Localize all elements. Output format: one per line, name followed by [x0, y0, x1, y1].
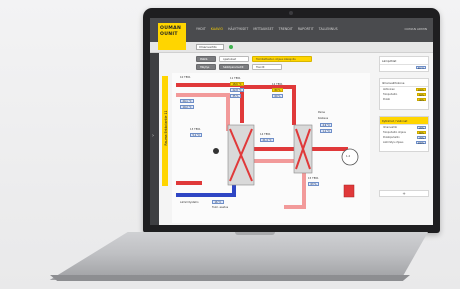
card-value[interactable]: 20 °C	[415, 65, 426, 70]
temp-value[interactable]: 18,6 °C	[230, 82, 244, 86]
laptop-base-edge	[50, 275, 410, 281]
sensor-label: Lämmitysteho	[180, 201, 199, 204]
sensor-label: 10 TE01	[180, 76, 191, 79]
main-nav: YHDIT KAAVIO HÄLYTYKSET MITTAUKSET TREND…	[196, 27, 338, 31]
temp-value[interactable]: 4,9 °C	[320, 123, 333, 127]
ventilation-diagram: 11 TE01 18,6 °C 22,8 °C 35 % 10 TE01 20,…	[172, 73, 370, 223]
row-label: Tulopuhallin ohjaus	[383, 131, 406, 134]
user-menu[interactable]: OUMAN ADMIN	[405, 27, 427, 31]
row-value[interactable]: 100%	[415, 87, 426, 92]
card-row: Lämmitys ohjaus 100%	[380, 140, 428, 145]
row-value[interactable]: 76%	[417, 135, 426, 140]
status-led-icon	[229, 45, 233, 49]
setpoint-value[interactable]: 16 °C	[212, 200, 224, 204]
trends-button[interactable]: Trendit	[252, 64, 282, 70]
nav-item[interactable]: TRENDIT	[279, 27, 293, 31]
card-row: 20 °C	[380, 65, 428, 70]
temp-value[interactable]: 20,1 °C	[180, 99, 194, 103]
nav-item[interactable]: RAPORTIT	[298, 27, 314, 31]
alarm-button[interactable]: Hälytys	[196, 64, 216, 70]
sensor-label: 11 TE01	[230, 77, 241, 80]
sensor-label: 15 TE01	[308, 177, 319, 180]
product-photo: YHDIT KAAVIO HÄLYTYKSET MITTAUKSET TREND…	[0, 0, 460, 289]
supply-duct-upper	[242, 85, 296, 125]
sensor-label: Paine	[318, 111, 325, 114]
parameters-button[interactable]: Säätöparametrit	[219, 64, 249, 70]
exhaust-lower-duct	[284, 173, 306, 209]
action-row-2: Hälytys Säätöparametrit Trendit	[196, 64, 282, 70]
row-label: Ilmanvaihto	[383, 126, 398, 129]
power-button[interactable]: Päällä	[196, 56, 216, 62]
pump-icon[interactable]	[213, 148, 219, 154]
sensor-label: 13 TE01	[190, 128, 201, 131]
schedule-button[interactable]: Ajastukset	[219, 56, 249, 62]
side-rail[interactable]: ›	[150, 53, 159, 225]
temp-value[interactable]: 1,1 °C	[320, 129, 333, 133]
heater-icon[interactable]	[343, 184, 355, 198]
sensor-label: Tulol. asetus	[212, 206, 229, 209]
nav-item-active[interactable]: KAAVIO	[211, 27, 223, 31]
nav-item[interactable]: MITTAUKSET	[253, 27, 273, 31]
row-label: Poistopuhallin	[383, 136, 400, 139]
humidity-value[interactable]: 60 %	[272, 94, 284, 98]
temp-value[interactable]: 21,4 °C	[260, 138, 274, 142]
sensor-label: Kosteus	[318, 117, 329, 120]
webcam-icon	[289, 11, 293, 15]
humidity-value[interactable]: 63 %	[308, 182, 320, 186]
app-header: YHDIT KAAVIO HÄLYTYKSET MITTAUKSET TREND…	[150, 18, 433, 42]
laptop-lid: YHDIT KAAVIO HÄLYTYKSET MITTAUKSET TREND…	[143, 8, 440, 233]
sensor-label: 12 TE01	[272, 83, 283, 86]
temperature-card: Lämpötilat 20 °C	[379, 56, 429, 72]
row-label: Lämmitys ohjaus	[383, 141, 404, 144]
location-label: Rauma Erkkolantie 11	[164, 110, 168, 146]
row-label: Poisto	[383, 98, 391, 101]
nav-item[interactable]: HÄLYTYKSET	[228, 27, 248, 31]
nav-item[interactable]: YHDIT	[196, 27, 206, 31]
sensor-label: 14 TE01	[260, 133, 271, 136]
logo-line: OUNIT	[160, 32, 178, 37]
fan-speed: 1.2	[346, 155, 351, 158]
humidity-value[interactable]: 35 %	[230, 94, 242, 98]
ventilation-card: Ilmanvaihtokone Aktiivinen 100% Tulopuhal…	[379, 78, 429, 110]
manual-control-button[interactable]: Toimilaitteiden ohjaus käsiajolla	[252, 56, 312, 62]
filter-bar: Ilmanvaihto	[150, 42, 433, 53]
card-row: Poisto 40%	[380, 97, 428, 102]
chevron-right-icon[interactable]: ›	[152, 133, 154, 139]
lid-notch	[235, 232, 275, 235]
temp-value[interactable]: 19,2 °C	[180, 105, 194, 109]
location-tab[interactable]: Rauma Erkkolantie 11	[162, 76, 168, 186]
card-title: Lämpötilat	[380, 57, 428, 65]
laptop-base	[49, 232, 428, 280]
system-select[interactable]: Ilmanvaihto	[196, 44, 224, 50]
row-value[interactable]: 40%	[417, 97, 426, 102]
row-label: Aktiivinen	[383, 88, 395, 91]
switches-card: Kytkimet / Valinnat Ilmanvaihto 20% Tulop…	[379, 116, 429, 152]
action-row-1: Päällä Ajastukset Toimilaitteiden ohjaus…	[196, 56, 312, 62]
row-label: Tulopuhallin	[383, 93, 398, 96]
row-value[interactable]: 100%	[415, 140, 426, 145]
row-value[interactable]: 60%	[417, 92, 426, 97]
row-value[interactable]: 80%	[417, 130, 426, 135]
temp-value[interactable]: 22,8 °C	[230, 88, 244, 92]
brand-logo[interactable]: OUMAN OUNIT	[158, 23, 186, 50]
humidity-value[interactable]: 80 %	[272, 88, 284, 92]
card-title: Ilmanvaihtokone	[380, 79, 428, 87]
card-title: Kytkimet / Valinnat	[380, 117, 428, 125]
duct-schematic	[176, 83, 359, 209]
temp-value[interactable]: 5,1 °C	[190, 133, 203, 137]
laptop-screen: YHDIT KAAVIO HÄLYTYKSET MITTAUKSET TREND…	[150, 18, 433, 225]
add-widget-button[interactable]: +	[379, 190, 429, 197]
row-value[interactable]: 20%	[417, 125, 426, 130]
nav-item[interactable]: TALLENNUS	[319, 27, 338, 31]
right-panel: Lämpötilat 20 °C Ilmanvaihtokone Aktiivi…	[379, 56, 429, 206]
